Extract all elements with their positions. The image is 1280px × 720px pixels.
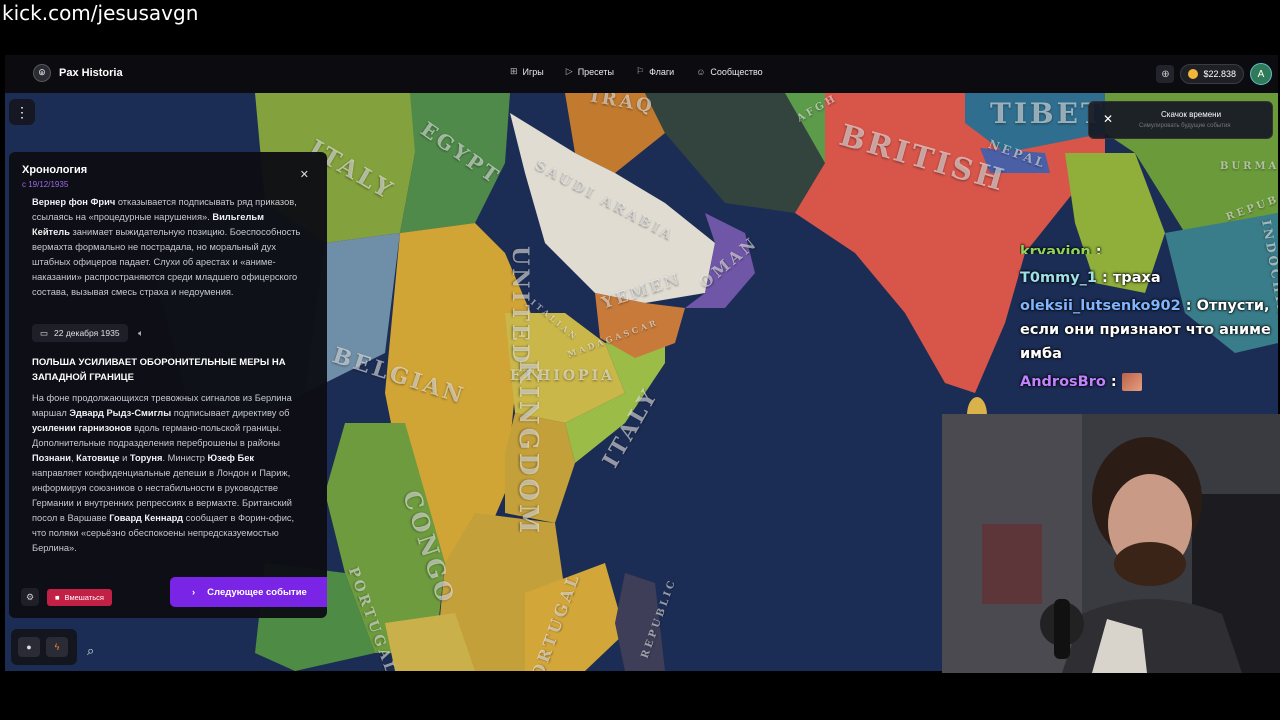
menu-icon[interactable]: ⋮: [9, 99, 35, 125]
panel-footer: ⚙ ■ Вмешаться › Следующее событие: [21, 577, 327, 611]
timeskip-title: Скачок времени: [1161, 110, 1222, 119]
gamepad-icon: ⊞: [510, 66, 518, 76]
chat-username: T0mmy_1: [1020, 270, 1097, 286]
close-icon[interactable]: ✕: [300, 168, 309, 181]
panel-title: Хронология: [22, 164, 88, 176]
globe-logo-icon: ⌾: [33, 64, 51, 82]
top-navigation: ⌾ Pax Historia ⊞ Игры ▷ Пресеты ⚐ Флаги …: [5, 55, 1278, 93]
map-label-united: UNITED: [506, 246, 533, 366]
chat-message: AndrosBro :: [1020, 370, 1278, 394]
avatar[interactable]: A: [1250, 63, 1272, 85]
bottom-toolbar: ● ϟ: [11, 629, 77, 665]
app-logo[interactable]: ⌾ Pax Historia: [33, 64, 123, 82]
play-icon: ▷: [565, 66, 573, 76]
chat-text: траха: [1112, 270, 1161, 286]
intervene-button[interactable]: ■ Вмешаться: [47, 589, 112, 606]
webcam-image: [942, 414, 1280, 673]
chat-message: T0mmy_1 : траха: [1020, 270, 1161, 286]
language-icon[interactable]: ⊕: [1156, 65, 1175, 83]
timeskip-subtitle: Симулировать будущие события: [1139, 123, 1231, 129]
map-label-kingdom: KINGDOM: [512, 360, 543, 536]
event-title: Польша усиливает оборонительные меры на …: [32, 357, 286, 383]
chat-bubble-icon[interactable]: ●: [18, 637, 40, 657]
coin-icon: [1188, 69, 1199, 79]
chronology-feed[interactable]: Вернер фон Фрич отказывается подписывать…: [32, 195, 304, 556]
nav-community-label: Сообщество: [710, 66, 763, 77]
next-event-button[interactable]: › Следующее событие: [170, 577, 327, 607]
nav-presets-label: Пресеты: [577, 66, 614, 77]
webcam-feed: [942, 414, 1280, 673]
nav-games[interactable]: ⊞ Игры: [510, 66, 544, 77]
chronology-panel: Хронология с 19/12/1935 ✕ Вернер фон Фри…: [9, 152, 327, 618]
nav-presets[interactable]: ▷ Пресеты: [566, 66, 614, 77]
balance-badge[interactable]: $22.838: [1180, 64, 1244, 84]
nav-games-label: Игры: [522, 66, 544, 77]
chevron-right-icon: ›: [192, 586, 196, 598]
account-area: ⊕ $22.838 A: [1156, 63, 1272, 85]
map-label-burma: BURMA: [1220, 161, 1278, 172]
stop-icon: ■: [55, 593, 60, 602]
nav-flags-label: Флаги: [649, 66, 675, 77]
main-nav: ⊞ Игры ▷ Пресеты ⚐ Флаги ☺ Сообщество: [510, 66, 763, 77]
previous-event-text: Вернер фон Фрич отказывается подписывать…: [32, 197, 301, 297]
event-date-chip: ▭ 22 декабря 1935: [32, 324, 128, 342]
search-icon[interactable]: ⌕: [87, 643, 94, 659]
event-text: На фоне продолжающихся тревожных сигнало…: [32, 393, 295, 553]
intervene-label: Вмешаться: [64, 593, 104, 602]
chat-message: oleksii_lutsenko902 : Отпусти, если они …: [1020, 298, 1271, 362]
flag-icon: ⚐: [635, 66, 645, 76]
nav-flags[interactable]: ⚐ Флаги: [636, 66, 674, 77]
next-event-label: Следующее событие: [207, 586, 307, 598]
event-date: 22 декабря 1935: [54, 327, 120, 338]
chat-username: oleksii_lutsenko902: [1020, 298, 1181, 314]
panel-since-date: с 19/12/1935: [22, 180, 69, 189]
chat-username: AndrosBro: [1020, 374, 1106, 390]
nav-community[interactable]: ☺ Сообщество: [696, 66, 763, 77]
lightning-icon[interactable]: ϟ: [46, 637, 68, 657]
chat-message: kryavion :: [1020, 240, 1278, 254]
emote-icon: [1121, 373, 1142, 391]
close-icon[interactable]: ✕: [1103, 112, 1113, 126]
settings-icon[interactable]: ⚙: [21, 588, 39, 606]
calendar-icon: ▭: [40, 327, 49, 338]
stream-url: kick.com/jesusavgn: [2, 1, 199, 25]
app-name: Pax Historia: [59, 67, 123, 79]
timeskip-card[interactable]: ✕ Скачок времени Симулировать будущие со…: [1088, 101, 1273, 139]
speaker-icon[interactable]: 🔈︎: [138, 326, 143, 341]
chat-username: kryavion: [1020, 244, 1091, 254]
person-name: Вернер фон Фрич: [32, 197, 116, 207]
balance-value: $22.838: [1203, 69, 1236, 79]
users-icon: ☺: [696, 66, 706, 77]
